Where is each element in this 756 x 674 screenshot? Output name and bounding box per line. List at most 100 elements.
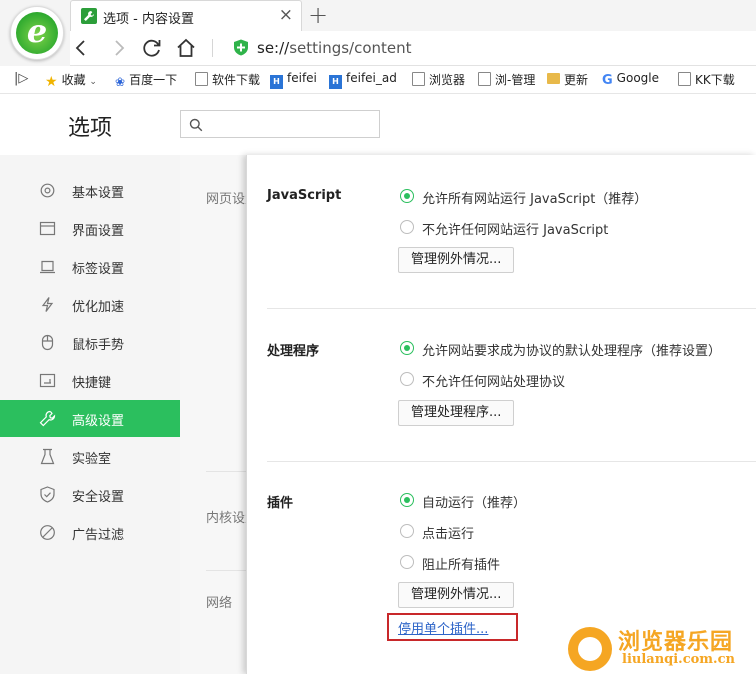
bookmark-item[interactable]: 更新 <box>547 71 588 89</box>
bookmark-label: Google <box>616 71 659 85</box>
browser-titlebar: e 选项 - 内容设置 × + se://settings/content <box>0 0 756 66</box>
toolbar-divider <box>212 39 213 57</box>
radio-selected[interactable] <box>400 493 414 507</box>
sidebar-item-label: 基本设置 <box>72 186 125 201</box>
radio-label: 点击运行 <box>422 527 475 542</box>
section-label-network: 网络 <box>206 596 233 611</box>
bookmark-toggle-icon[interactable]: |▷ <box>14 71 28 86</box>
radio-unselected[interactable] <box>400 220 414 234</box>
bookmark-item[interactable]: Hfeifei <box>270 71 317 89</box>
page-icon <box>412 72 425 86</box>
navigation-bar: se://settings/content <box>70 31 756 66</box>
wrench-icon <box>39 410 56 427</box>
sidebar-item-speed[interactable]: 优化加速 <box>0 286 180 323</box>
bookmark-item[interactable]: G Google <box>602 71 659 89</box>
radio-label: 允许网站要求成为协议的默认处理程序（推荐设置） <box>422 344 722 359</box>
window-icon <box>39 221 56 236</box>
sidebar-item-label: 标签设置 <box>72 262 125 277</box>
sidebar-item-advanced[interactable]: 高级设置 <box>0 400 180 437</box>
radio-selected[interactable] <box>400 189 414 203</box>
bookmark-item[interactable]: KK下载 <box>678 71 735 89</box>
plugins-manage-exceptions-button[interactable]: 管理例外情况... <box>398 582 515 608</box>
radio-label: 不允许任何网站处理协议 <box>422 375 566 390</box>
url-path: settings/content <box>289 39 412 57</box>
bookmark-item[interactable]: 浏-管理 <box>478 71 535 89</box>
radio-label: 不允许任何网站运行 JavaScript <box>422 223 609 238</box>
flask-icon <box>40 448 55 465</box>
plugins-section-title: 插件 <box>267 496 294 511</box>
bookmark-label: 浏览器 <box>429 73 466 87</box>
sidebar-item-label: 安全设置 <box>72 490 125 505</box>
sidebar-item-gestures[interactable]: 鼠标手势 <box>0 324 180 361</box>
sidebar-item-tabs[interactable]: 标签设置 <box>0 248 180 285</box>
bookmark-label: 软件下载 <box>212 73 261 87</box>
settings-search[interactable] <box>180 110 380 138</box>
section-divider <box>206 471 246 472</box>
lightning-icon <box>41 297 54 312</box>
sidebar-item-label: 界面设置 <box>72 224 125 239</box>
url-scheme: se:// <box>257 39 290 57</box>
radio-label: 允许所有网站运行 JavaScript（推荐） <box>422 192 648 207</box>
tab-close-icon[interactable]: × <box>279 6 293 24</box>
watermark: 浏览器乐园 liulanqi.com.cn <box>568 624 756 674</box>
bookmark-label: 百度一下 <box>129 73 178 87</box>
search-input[interactable] <box>209 114 374 134</box>
sidebar-item-basic[interactable]: 基本设置 <box>0 172 180 209</box>
browser-tab-active[interactable]: 选项 - 内容设置 × <box>70 0 302 31</box>
sidebar-item-lab[interactable]: 实验室 <box>0 438 180 475</box>
address-bar-url[interactable]: se://settings/content <box>257 39 412 57</box>
radio-unselected[interactable] <box>400 372 414 386</box>
radio-selected[interactable] <box>400 341 414 355</box>
bookmark-item[interactable]: 软件下载 <box>195 71 260 89</box>
browser-logo[interactable]: e <box>10 6 64 60</box>
sidebar-item-interface[interactable]: 界面设置 <box>0 210 180 247</box>
watermark-subtitle: liulanqi.com.cn <box>622 652 735 667</box>
forward-arrow-icon[interactable] <box>106 36 130 60</box>
bookmark-item[interactable]: ❀ 百度一下 <box>115 71 177 89</box>
section-label-kernel: 内核设置 <box>206 511 246 526</box>
back-arrow-icon[interactable] <box>70 36 94 60</box>
sidebar-item-security[interactable]: 安全设置 <box>0 476 180 513</box>
section-divider <box>267 461 756 462</box>
bookmark-item[interactable]: ★ 收藏 ⌄ <box>45 71 97 90</box>
mouse-icon <box>41 334 54 351</box>
settings-header: 选项 <box>0 94 756 155</box>
settings-sidebar: 基本设置 界面设置 标签设置 优化加速 鼠标手势 快捷键 高级设置 实验室 安全… <box>0 155 180 674</box>
home-icon[interactable] <box>174 36 198 60</box>
section-divider <box>267 308 756 309</box>
sidebar-item-label: 高级设置 <box>72 414 125 429</box>
reload-icon[interactable] <box>140 36 164 60</box>
bookmark-label: 收藏 <box>61 73 86 87</box>
browser-logo-icon: e <box>16 12 58 54</box>
bookmarks-bar: |▷ ★ 收藏 ⌄ ❀ 百度一下 软件下载 Hfeifei Hfeifei_ad 浏… <box>0 66 756 94</box>
secure-shield-icon[interactable] <box>233 39 249 56</box>
sidebar-item-shortcuts[interactable]: 快捷键 <box>0 362 180 399</box>
hao123-icon: H <box>270 75 283 89</box>
keyboard-icon <box>39 373 56 388</box>
sidebar-item-label: 广告过滤 <box>72 528 125 543</box>
section-label-web: 网页设置 <box>206 192 246 207</box>
bookmark-item[interactable]: Hfeifei_ad <box>329 71 397 89</box>
bookmark-label: KK下载 <box>695 73 735 87</box>
radio-unselected[interactable] <box>400 524 414 538</box>
sidebar-item-label: 鼠标手势 <box>72 338 125 353</box>
sidebar-item-label: 优化加速 <box>72 300 125 315</box>
sidebar-item-adblock[interactable]: 广告过滤 <box>0 514 180 551</box>
page-title: 选项 <box>68 116 113 141</box>
js-manage-exceptions-button[interactable]: 管理例外情况... <box>398 247 515 273</box>
sidebar-item-label: 快捷键 <box>72 376 112 391</box>
new-tab-button[interactable]: + <box>308 2 328 28</box>
sidebar-item-label: 实验室 <box>72 452 112 467</box>
radio-unselected[interactable] <box>400 555 414 569</box>
wrench-favicon-icon <box>81 8 97 24</box>
google-icon: G <box>602 73 613 88</box>
block-icon <box>40 525 55 540</box>
radio-label: 自动运行（推荐） <box>422 496 527 511</box>
content-settings-dialog: JavaScript 允许所有网站运行 JavaScript（推荐） 不允许任何… <box>246 155 756 674</box>
manage-handlers-button[interactable]: 管理处理程序... <box>398 400 515 426</box>
search-icon <box>189 118 203 132</box>
bookmark-item[interactable]: 浏览器 <box>412 71 465 89</box>
page-icon <box>678 72 691 86</box>
paw-icon: ❀ <box>115 75 126 89</box>
annotation-highlight-box <box>387 613 518 641</box>
